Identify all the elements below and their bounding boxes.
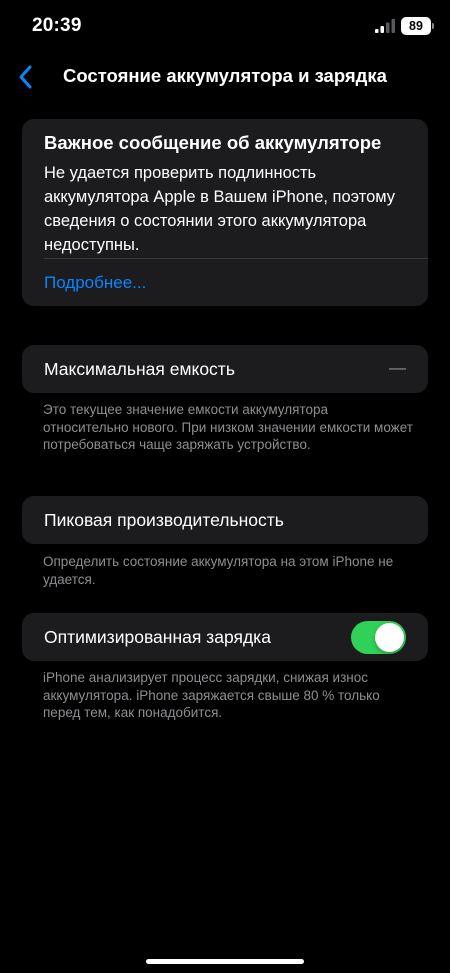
max-capacity-footer: Это текущее значение емкости аккумулятор… [43, 402, 413, 452]
cellular-signal-icon [375, 19, 395, 33]
peak-performance-row: Пиковая производительность [22, 496, 428, 544]
learn-more-link[interactable]: Подробнее... [44, 271, 146, 295]
optimized-charging-label: Оптимизированная зарядка [44, 627, 271, 647]
max-capacity-label: Максимальная емкость [44, 359, 235, 379]
battery-icon: 89 [401, 17, 431, 35]
max-capacity-row: Максимальная емкость — [22, 345, 428, 393]
alert-body: Не удается проверить подлинность аккумул… [44, 164, 396, 254]
battery-level: 89 [409, 19, 423, 33]
status-bar: 20:39 89 [0, 0, 450, 54]
optimized-charging-toggle[interactable] [351, 621, 406, 654]
optimized-charging-row: Оптимизированная зарядка [22, 613, 428, 661]
home-indicator[interactable] [146, 959, 304, 964]
battery-alert-card: Важное сообщение об аккумуляторе Не удае… [22, 119, 428, 306]
status-time: 20:39 [32, 15, 82, 36]
battery-tip [432, 23, 434, 29]
divider [44, 258, 428, 259]
peak-performance-label: Пиковая производительность [44, 510, 284, 530]
peak-performance-footer: Определить состояние аккумулятора на это… [43, 554, 394, 587]
alert-title: Важное сообщение об аккумуляторе [44, 132, 382, 153]
optimized-charging-footer: iPhone анализирует процесс зарядки, сниж… [43, 670, 380, 720]
page-title: Состояние аккумулятора и зарядка [63, 65, 387, 86]
toggle-knob [375, 623, 404, 652]
max-capacity-value: — [389, 358, 406, 377]
